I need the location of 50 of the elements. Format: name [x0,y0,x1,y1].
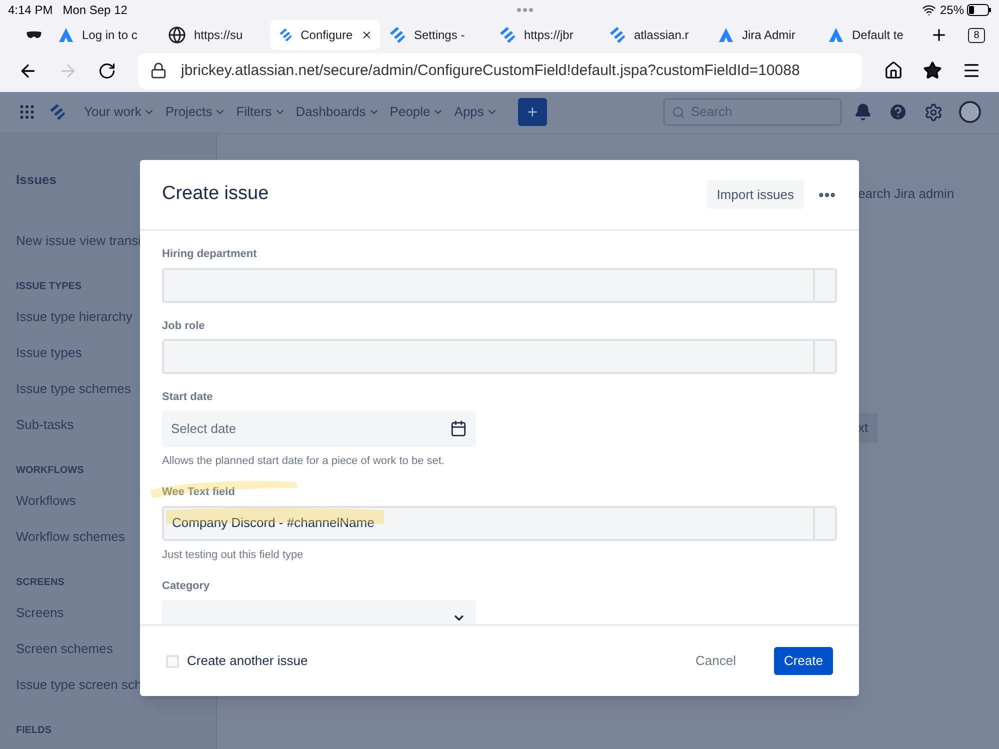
browser-tab[interactable]: Configure [270,20,380,50]
status-time: 4:14 PM [8,2,53,19]
field-label: Start date [162,390,213,405]
section-heading: SCREENS [16,576,64,590]
field-value: Company Discord - #channelName [172,514,374,532]
nav-menu[interactable]: Apps [454,102,498,122]
browser-tab[interactable]: https://jbr [490,20,600,50]
battery-percent: 25% [940,2,964,19]
nav-menu[interactable]: People [390,102,444,122]
nav-menu[interactable]: Projects [165,102,226,122]
field-label: Wee Text field [162,485,235,500]
browser-tab[interactable]: Jira Admir [710,20,820,50]
field-label: Category [162,579,210,594]
sidebar-item[interactable]: Sub-tasks [16,413,74,449]
nav-menu[interactable]: Your work [84,102,156,122]
browser-tab[interactable]: Default te [820,20,930,50]
sidebar-item[interactable]: Issue type schemes [16,377,131,413]
help-text: Allows the planned start date for a piece of work to be set. [162,454,444,468]
sidebar-item[interactable]: Issue types [16,341,82,377]
search-admin-text: earch Jira admin [858,184,954,202]
help-text: Just testing out this field type [162,548,304,562]
browser-tab[interactable]: https://su [160,20,270,50]
text-field[interactable]: Company Discord - #channelName [162,506,837,540]
checkbox-label: Create another issue [187,652,308,670]
sidebar-item[interactable]: New issue view transi [16,229,141,265]
nav-menu[interactable]: Filters [236,102,286,122]
nav-menu[interactable]: Dashboards [296,102,380,122]
field-label: Hiring department [162,247,257,262]
browser-tab[interactable]: Settings - [380,20,490,50]
section-heading: WORKFLOWS [16,464,84,478]
status-date: Mon Sep 12 [62,2,128,19]
field-label: Job role [162,318,205,334]
date-field[interactable]: Select date [162,410,476,446]
section-heading: FIELDS [16,724,52,738]
sidebar-item[interactable]: Screen schemes [16,637,113,673]
sidebar-title: Issues [16,170,56,188]
browser-tab[interactable]: atlassian.r [600,20,710,50]
sidebar-item[interactable]: Screens [16,601,64,637]
tab-count[interactable]: 8 [968,28,985,42]
sidebar-item[interactable]: Workflows [16,489,76,525]
create-button[interactable]: + [518,98,547,126]
cancel-button[interactable]: Cancel [686,647,746,675]
section-heading: ISSUE TYPES [16,280,82,294]
dialog-title: Create issue [162,182,269,206]
create-issue-button[interactable]: Create [774,647,833,675]
sidebar-item[interactable]: Workflow schemes [16,525,125,561]
address-bar[interactable]: jbrickey.atlassian.net/secure/admin/ConfigureCustomField!default.jspa?customFieldId=10088 [138,52,862,89]
browser-tab[interactable]: Log in to c [50,20,160,50]
sidebar-item[interactable]: Issue type hierarchy [16,305,132,341]
import-issues-button[interactable]: Import issues [706,180,804,209]
